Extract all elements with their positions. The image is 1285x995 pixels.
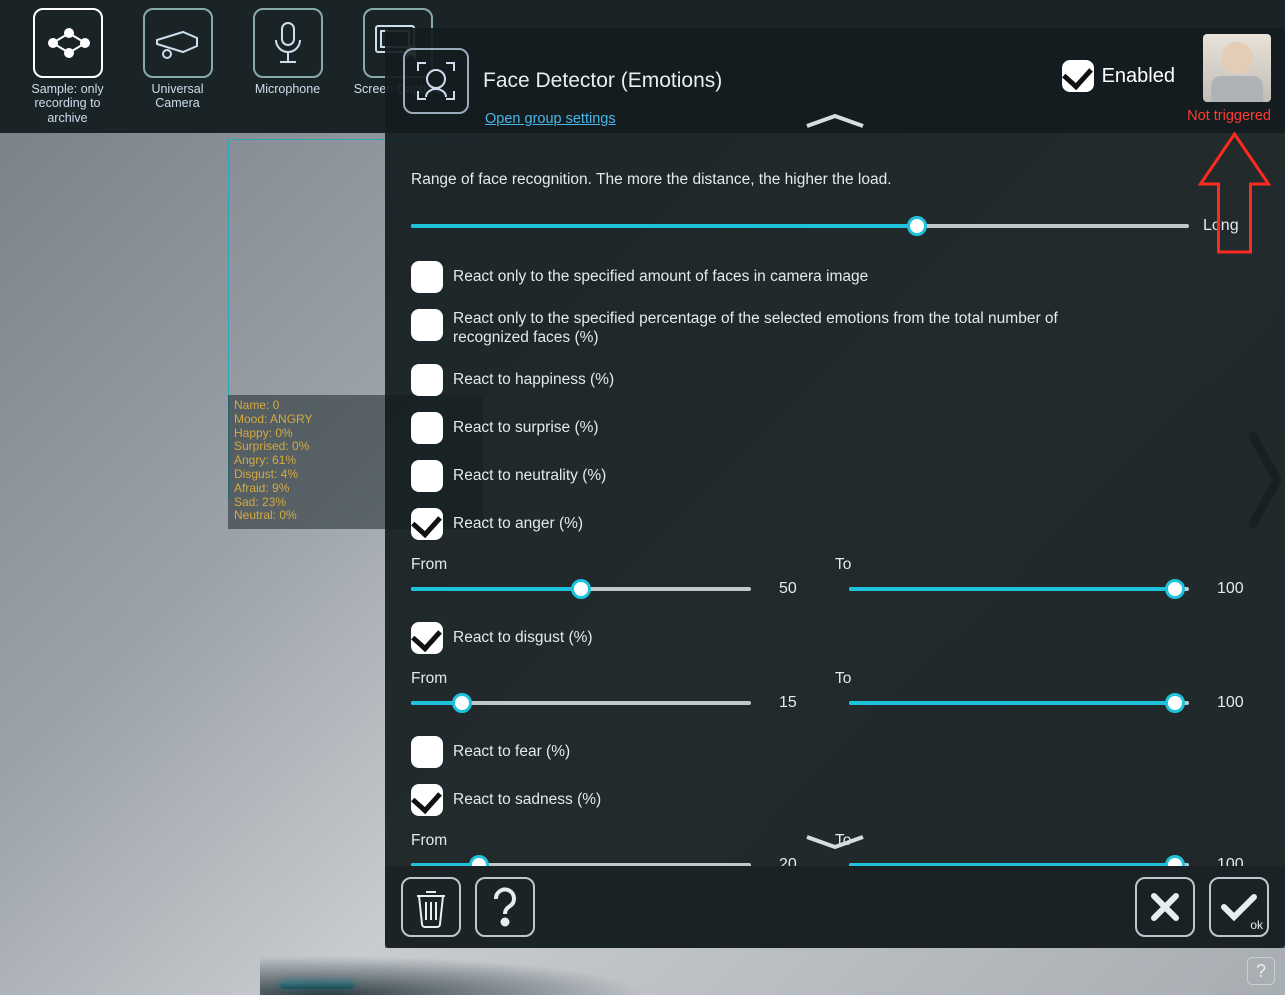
- enabled-checkbox[interactable]: [1062, 60, 1094, 92]
- disgust-checkbox[interactable]: [411, 622, 443, 654]
- neutrality-checkbox[interactable]: [411, 460, 443, 492]
- ok-button[interactable]: ok: [1209, 877, 1269, 937]
- toolbar-mic[interactable]: Microphone: [240, 8, 335, 96]
- attention-arrow-icon: [1192, 128, 1277, 258]
- disgust-from-slider[interactable]: [411, 694, 751, 712]
- happiness-checkbox[interactable]: [411, 364, 443, 396]
- mic-icon: [253, 8, 323, 78]
- disgust-to-slider[interactable]: [849, 694, 1189, 712]
- faces-amount-checkbox[interactable]: [411, 261, 443, 293]
- face-detector-icon: [403, 48, 469, 114]
- open-group-settings-link[interactable]: Open group settings: [485, 111, 616, 127]
- scroll-down-chevron[interactable]: [803, 833, 867, 856]
- panel-body: Range of face recognition. The more the …: [385, 133, 1285, 866]
- sadness-to-slider[interactable]: [849, 856, 1189, 866]
- toolbar-sample[interactable]: Sample: only recording to archive: [20, 8, 115, 125]
- toolbar-label: Sample: only recording to archive: [20, 82, 115, 125]
- trigger-status: Not triggered: [1187, 108, 1271, 124]
- toolbar-camera[interactable]: Universal Camera: [130, 8, 225, 111]
- fear-checkbox[interactable]: [411, 736, 443, 768]
- preview-thumbnail: [1203, 34, 1271, 102]
- panel-footer: ok: [385, 866, 1285, 948]
- detector-settings-panel: Face Detector (Emotions) Open group sett…: [385, 28, 1285, 948]
- help-button[interactable]: [475, 877, 535, 937]
- delete-button[interactable]: [401, 877, 461, 937]
- camera-icon: [143, 8, 213, 78]
- scroll-up-chevron[interactable]: [803, 112, 867, 135]
- graph-icon: [33, 8, 103, 78]
- sadness-from-slider[interactable]: [411, 856, 751, 866]
- percentage-checkbox[interactable]: [411, 309, 443, 341]
- enabled-label: Enabled: [1102, 65, 1175, 88]
- anger-to-slider[interactable]: [849, 580, 1189, 598]
- toolbar-label: Universal Camera: [130, 82, 225, 111]
- surprise-checkbox[interactable]: [411, 412, 443, 444]
- anger-from-slider[interactable]: [411, 580, 751, 598]
- cancel-button[interactable]: [1135, 877, 1195, 937]
- toolbar-label: Microphone: [255, 82, 320, 96]
- panel-title: Face Detector (Emotions): [483, 69, 722, 93]
- range-slider[interactable]: [411, 217, 1189, 235]
- anger-checkbox[interactable]: [411, 508, 443, 540]
- sadness-checkbox[interactable]: [411, 784, 443, 816]
- range-description: Range of face recognition. The more the …: [411, 171, 1259, 189]
- global-help-button[interactable]: ?: [1247, 957, 1275, 985]
